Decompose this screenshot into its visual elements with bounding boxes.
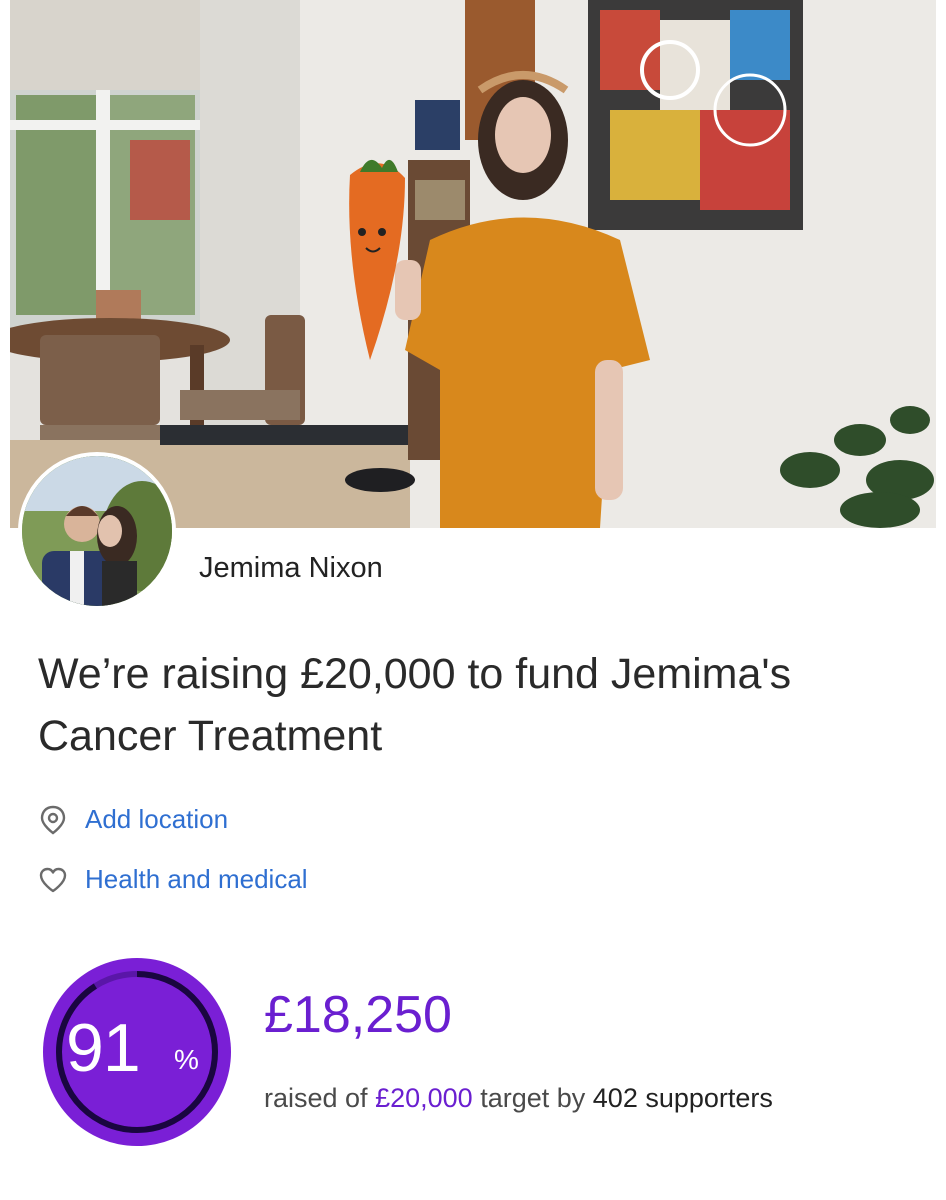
progress-percent: 91 % <box>42 957 232 1147</box>
progress-ring: 91 % <box>42 957 232 1147</box>
percent-value: 91 <box>66 1010 141 1086</box>
location-pin-icon <box>38 805 68 835</box>
add-location-link[interactable]: Add location <box>85 804 228 835</box>
category-link[interactable]: Health and medical <box>85 864 308 895</box>
target-amount: £20,000 <box>375 1083 473 1113</box>
amount-raised: £18,250 <box>264 986 452 1044</box>
campaign-title: We’re raising £20,000 to fund Jemima's C… <box>38 650 792 760</box>
category-row[interactable]: Health and medical <box>38 864 308 895</box>
campaign-cover-photo <box>10 0 936 528</box>
raised-of-text: raised of <box>264 1083 368 1113</box>
percent-sign: % <box>174 1044 199 1075</box>
organiser-name[interactable]: Jemima Nixon <box>199 552 383 585</box>
target-by-text: target by <box>480 1083 586 1113</box>
heart-icon <box>38 865 68 895</box>
raised-summary: raised of £20,000 target by 402 supporte… <box>264 1083 773 1114</box>
supporters-count[interactable]: 402 supporters <box>593 1083 773 1113</box>
add-location-row[interactable]: Add location <box>38 804 228 835</box>
organiser-avatar[interactable] <box>18 452 176 610</box>
